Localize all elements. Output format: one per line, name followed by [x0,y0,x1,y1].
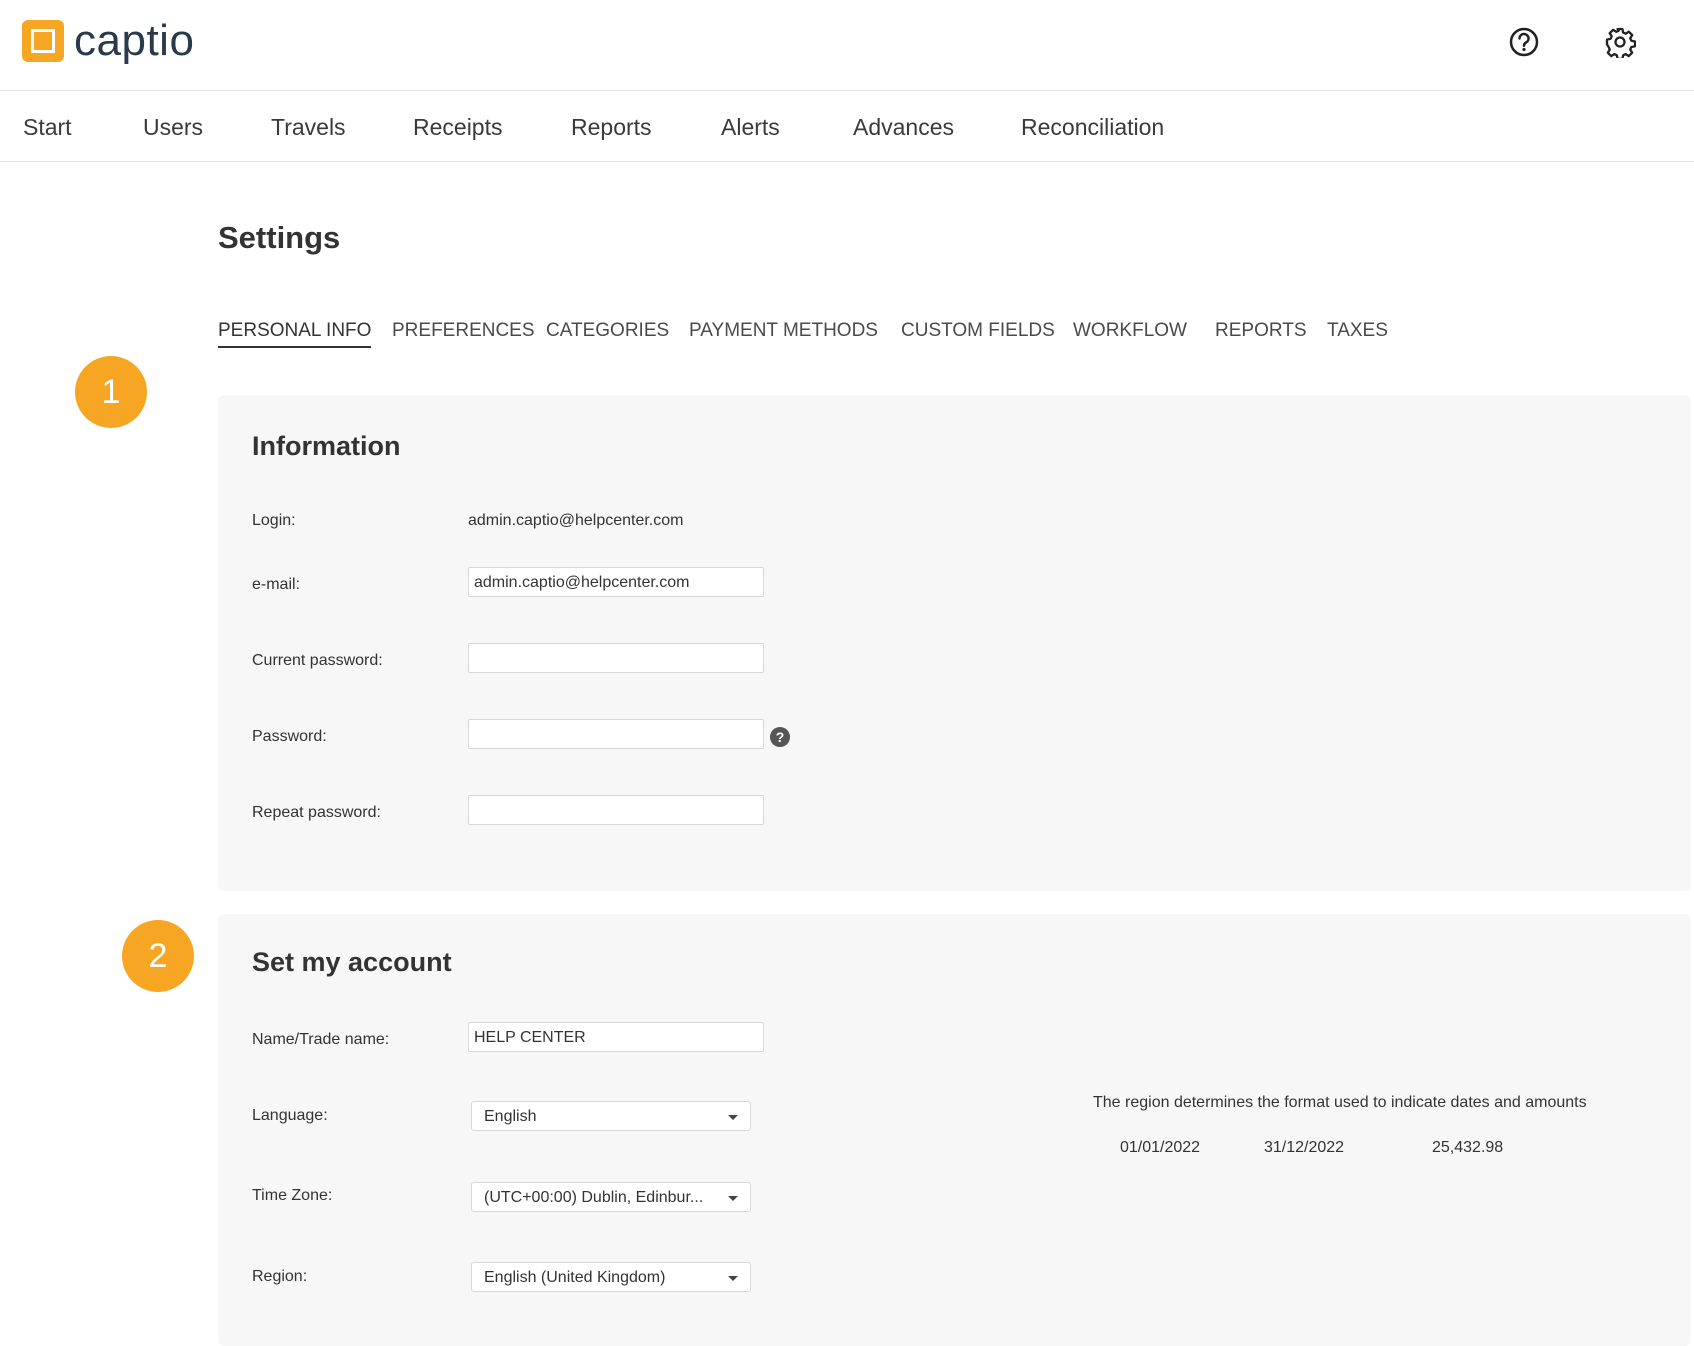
language-selected-value: English [484,1108,537,1125]
information-title: Information [252,431,401,461]
timezone-select[interactable]: (UTC+00:00) Dublin, Edinbur... [471,1182,751,1212]
name-label: Name/Trade name: [252,1031,390,1048]
nav-users[interactable]: Users [143,114,203,141]
information-panel: Information Login: admin.captio@helpcent… [218,395,1691,891]
chevron-down-icon [728,1276,738,1281]
chevron-down-icon [728,1115,738,1120]
login-label: Login: [252,512,296,529]
brand-name: captio [74,16,195,65]
repeat-password-field[interactable] [468,795,764,825]
nav-receipts[interactable]: Receipts [413,114,502,141]
language-label: Language: [252,1107,328,1124]
region-note: The region determines the format used to… [1093,1094,1587,1111]
help-circle-icon [1509,27,1539,57]
format-amount: 25,432.98 [1432,1139,1504,1156]
password-field[interactable] [468,719,764,749]
tab-reports[interactable]: REPORTS [1215,320,1307,346]
password-label: Password: [252,728,327,745]
repeat-password-label: Repeat password: [252,804,381,821]
format-date-end: 31/12/2022 [1264,1139,1345,1156]
tab-categories[interactable]: CATEGORIES [546,320,669,346]
nav-advances[interactable]: Advances [853,114,954,141]
gear-icon [1605,27,1636,58]
captio-logo[interactable]: captio [22,16,195,65]
region-select[interactable]: English (United Kingdom) [471,1262,751,1292]
main-nav: Start Users Travels Receipts Reports Ale… [0,91,1694,162]
tab-preferences[interactable]: PREFERENCES [392,320,535,346]
password-help-icon[interactable]: ? [770,727,790,747]
account-panel: Set my account Name/Trade name: HELP CEN… [218,914,1691,1346]
nav-reports[interactable]: Reports [571,114,652,141]
settings-button[interactable] [1600,22,1640,62]
timezone-label: Time Zone: [252,1187,333,1204]
email-label: e-mail: [252,576,301,593]
tab-custom-fields[interactable]: CUSTOM FIELDS [901,320,1055,346]
account-title: Set my account [252,947,452,977]
tab-personal-info[interactable]: PERSONAL INFO [218,320,372,348]
format-date-start: 01/01/2022 [1120,1139,1201,1156]
top-header: captio [0,0,1694,91]
email-field[interactable]: admin.captio@helpcenter.com [468,567,764,597]
tab-taxes[interactable]: TAXES [1327,320,1388,346]
nav-travels[interactable]: Travels [271,114,346,141]
step-badge-1: 1 [75,356,147,428]
tab-payment-methods[interactable]: PAYMENT METHODS [689,320,878,346]
nav-start[interactable]: Start [23,114,72,141]
language-select[interactable]: English [471,1101,751,1131]
help-button[interactable] [1504,22,1544,62]
timezone-selected-value: (UTC+00:00) Dublin, Edinbur... [484,1189,704,1206]
step-badge-2: 2 [122,920,194,992]
chevron-down-icon [728,1196,738,1201]
current-password-field[interactable] [468,643,764,673]
name-field[interactable]: HELP CENTER [468,1022,764,1052]
page-title: Settings [218,220,341,255]
login-value: admin.captio@helpcenter.com [468,512,684,529]
captio-logo-icon [22,20,64,62]
region-label: Region: [252,1268,308,1285]
region-selected-value: English (United Kingdom) [484,1269,666,1286]
current-password-label: Current password: [252,652,383,669]
nav-reconciliation[interactable]: Reconciliation [1021,114,1164,141]
nav-alerts[interactable]: Alerts [721,114,780,141]
tab-workflow[interactable]: WORKFLOW [1073,320,1187,346]
